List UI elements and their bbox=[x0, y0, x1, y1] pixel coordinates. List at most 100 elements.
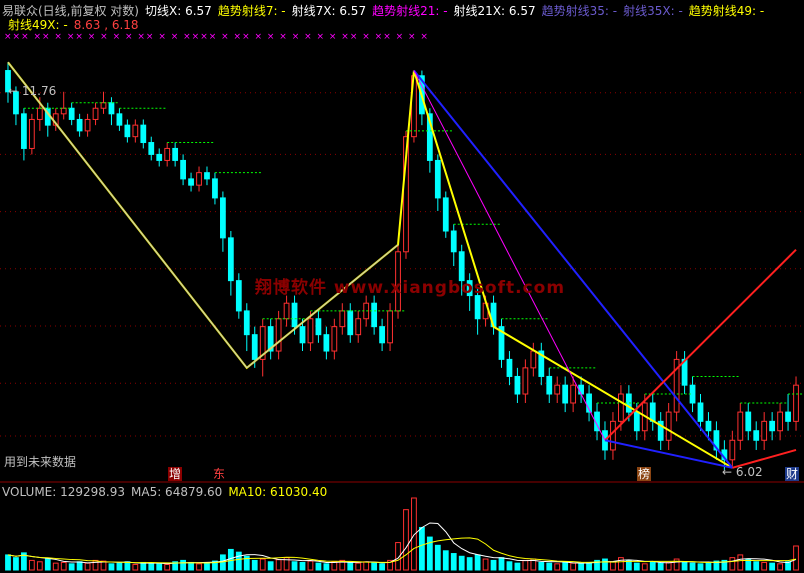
candle-body bbox=[618, 393, 624, 422]
volume-bar bbox=[275, 559, 282, 571]
candle-body bbox=[76, 118, 83, 132]
candle-body bbox=[458, 251, 465, 282]
volume-bar bbox=[235, 551, 242, 571]
volume-bar bbox=[737, 554, 744, 571]
volume-bar bbox=[490, 559, 497, 571]
candle-body bbox=[745, 411, 752, 432]
header-item: MA5: 64879.60 bbox=[131, 485, 223, 499]
volume-bar bbox=[586, 561, 592, 571]
event-marker-bang[interactable]: 榜 bbox=[637, 467, 652, 481]
candle-body bbox=[243, 310, 250, 336]
volume-bar bbox=[347, 561, 354, 571]
candle-body bbox=[188, 178, 194, 186]
volume-bar bbox=[323, 563, 330, 571]
volume-bar bbox=[657, 562, 664, 571]
volume-bar bbox=[793, 545, 799, 571]
volume-bar bbox=[649, 561, 656, 571]
volume-bar bbox=[769, 562, 776, 571]
volume-bar bbox=[259, 558, 266, 571]
candle-body bbox=[434, 159, 441, 199]
volume-bar bbox=[371, 561, 378, 571]
volume-bar bbox=[665, 561, 672, 571]
volume-bar bbox=[689, 562, 696, 571]
volume-bar bbox=[474, 554, 481, 571]
volume-bar bbox=[641, 563, 648, 571]
candle-body bbox=[140, 124, 147, 144]
volume-bar bbox=[44, 558, 51, 571]
volume-bar bbox=[450, 553, 457, 571]
candle-body bbox=[196, 172, 202, 186]
candle-body bbox=[777, 411, 783, 432]
volume-bar bbox=[76, 561, 83, 571]
candle-body bbox=[522, 367, 529, 395]
candle-body bbox=[649, 402, 656, 422]
volume-bar bbox=[188, 561, 194, 571]
volume-bar bbox=[434, 544, 441, 571]
candle-body bbox=[116, 113, 123, 126]
volume-bar bbox=[331, 561, 338, 571]
event-marker-zeng[interactable]: 增 bbox=[168, 467, 183, 481]
candle-body bbox=[697, 402, 704, 422]
volume-bar bbox=[164, 564, 171, 571]
volume-bar bbox=[673, 558, 680, 571]
volume-header: VOLUME: 129298.93 MA5: 64879.60 MA10: 6103… bbox=[2, 485, 333, 499]
volume-bar bbox=[299, 561, 306, 571]
candle-body bbox=[148, 142, 155, 155]
candle-body bbox=[753, 430, 760, 441]
candle-body bbox=[610, 420, 616, 451]
candle-body bbox=[570, 384, 577, 404]
volume-bar bbox=[5, 554, 11, 571]
candle-body bbox=[124, 124, 131, 138]
candle-body bbox=[554, 384, 561, 395]
candle-body bbox=[220, 197, 226, 239]
candle-body bbox=[689, 384, 696, 404]
candle-body bbox=[530, 350, 537, 369]
volume-bar bbox=[514, 562, 521, 571]
candle-body bbox=[546, 375, 553, 395]
candle-body bbox=[172, 147, 179, 161]
volume-bar bbox=[554, 563, 561, 571]
candle-body bbox=[578, 384, 584, 395]
volume-bar bbox=[379, 563, 385, 571]
volume-bar bbox=[610, 561, 616, 571]
volume-bar bbox=[315, 562, 322, 571]
volume-bar bbox=[419, 526, 425, 571]
candle-body bbox=[156, 153, 163, 161]
candle-body bbox=[60, 107, 67, 115]
volume-bar bbox=[156, 563, 163, 571]
volume-bar bbox=[578, 563, 584, 571]
volume-bar bbox=[52, 562, 59, 571]
volume-bar bbox=[466, 557, 473, 571]
candle-body bbox=[28, 118, 35, 149]
low-price-label: ← 6.02 bbox=[722, 465, 763, 479]
volume-bar bbox=[522, 559, 529, 571]
volume-bar bbox=[753, 561, 760, 571]
volume-bar bbox=[148, 562, 155, 571]
volume-bar bbox=[681, 561, 688, 571]
volume-bar bbox=[618, 557, 624, 571]
candle-body bbox=[387, 310, 393, 344]
candle-body bbox=[729, 439, 736, 461]
volume-bar bbox=[546, 562, 553, 571]
event-marker-dong[interactable]: 东 bbox=[212, 467, 226, 481]
volume-bar bbox=[442, 550, 449, 571]
volume-bar bbox=[355, 562, 362, 571]
candle-body bbox=[514, 375, 521, 395]
candle-body bbox=[180, 159, 186, 180]
candle-body bbox=[793, 384, 799, 422]
volume-bar bbox=[458, 555, 465, 571]
volume-bar bbox=[307, 560, 314, 571]
volume-bar bbox=[132, 564, 139, 571]
event-marker-cai[interactable]: 财 bbox=[785, 467, 800, 481]
volume-bar bbox=[124, 561, 131, 571]
volume-bar bbox=[68, 563, 75, 571]
volume-bar bbox=[729, 557, 736, 571]
volume-bar bbox=[251, 559, 258, 571]
candle-body bbox=[164, 147, 171, 161]
trend-ray-white bbox=[7, 61, 248, 369]
candle-body bbox=[108, 102, 115, 115]
volume-bar bbox=[570, 562, 577, 571]
candle-body bbox=[291, 302, 298, 328]
candle-body bbox=[315, 318, 322, 336]
candle-body bbox=[633, 411, 640, 432]
